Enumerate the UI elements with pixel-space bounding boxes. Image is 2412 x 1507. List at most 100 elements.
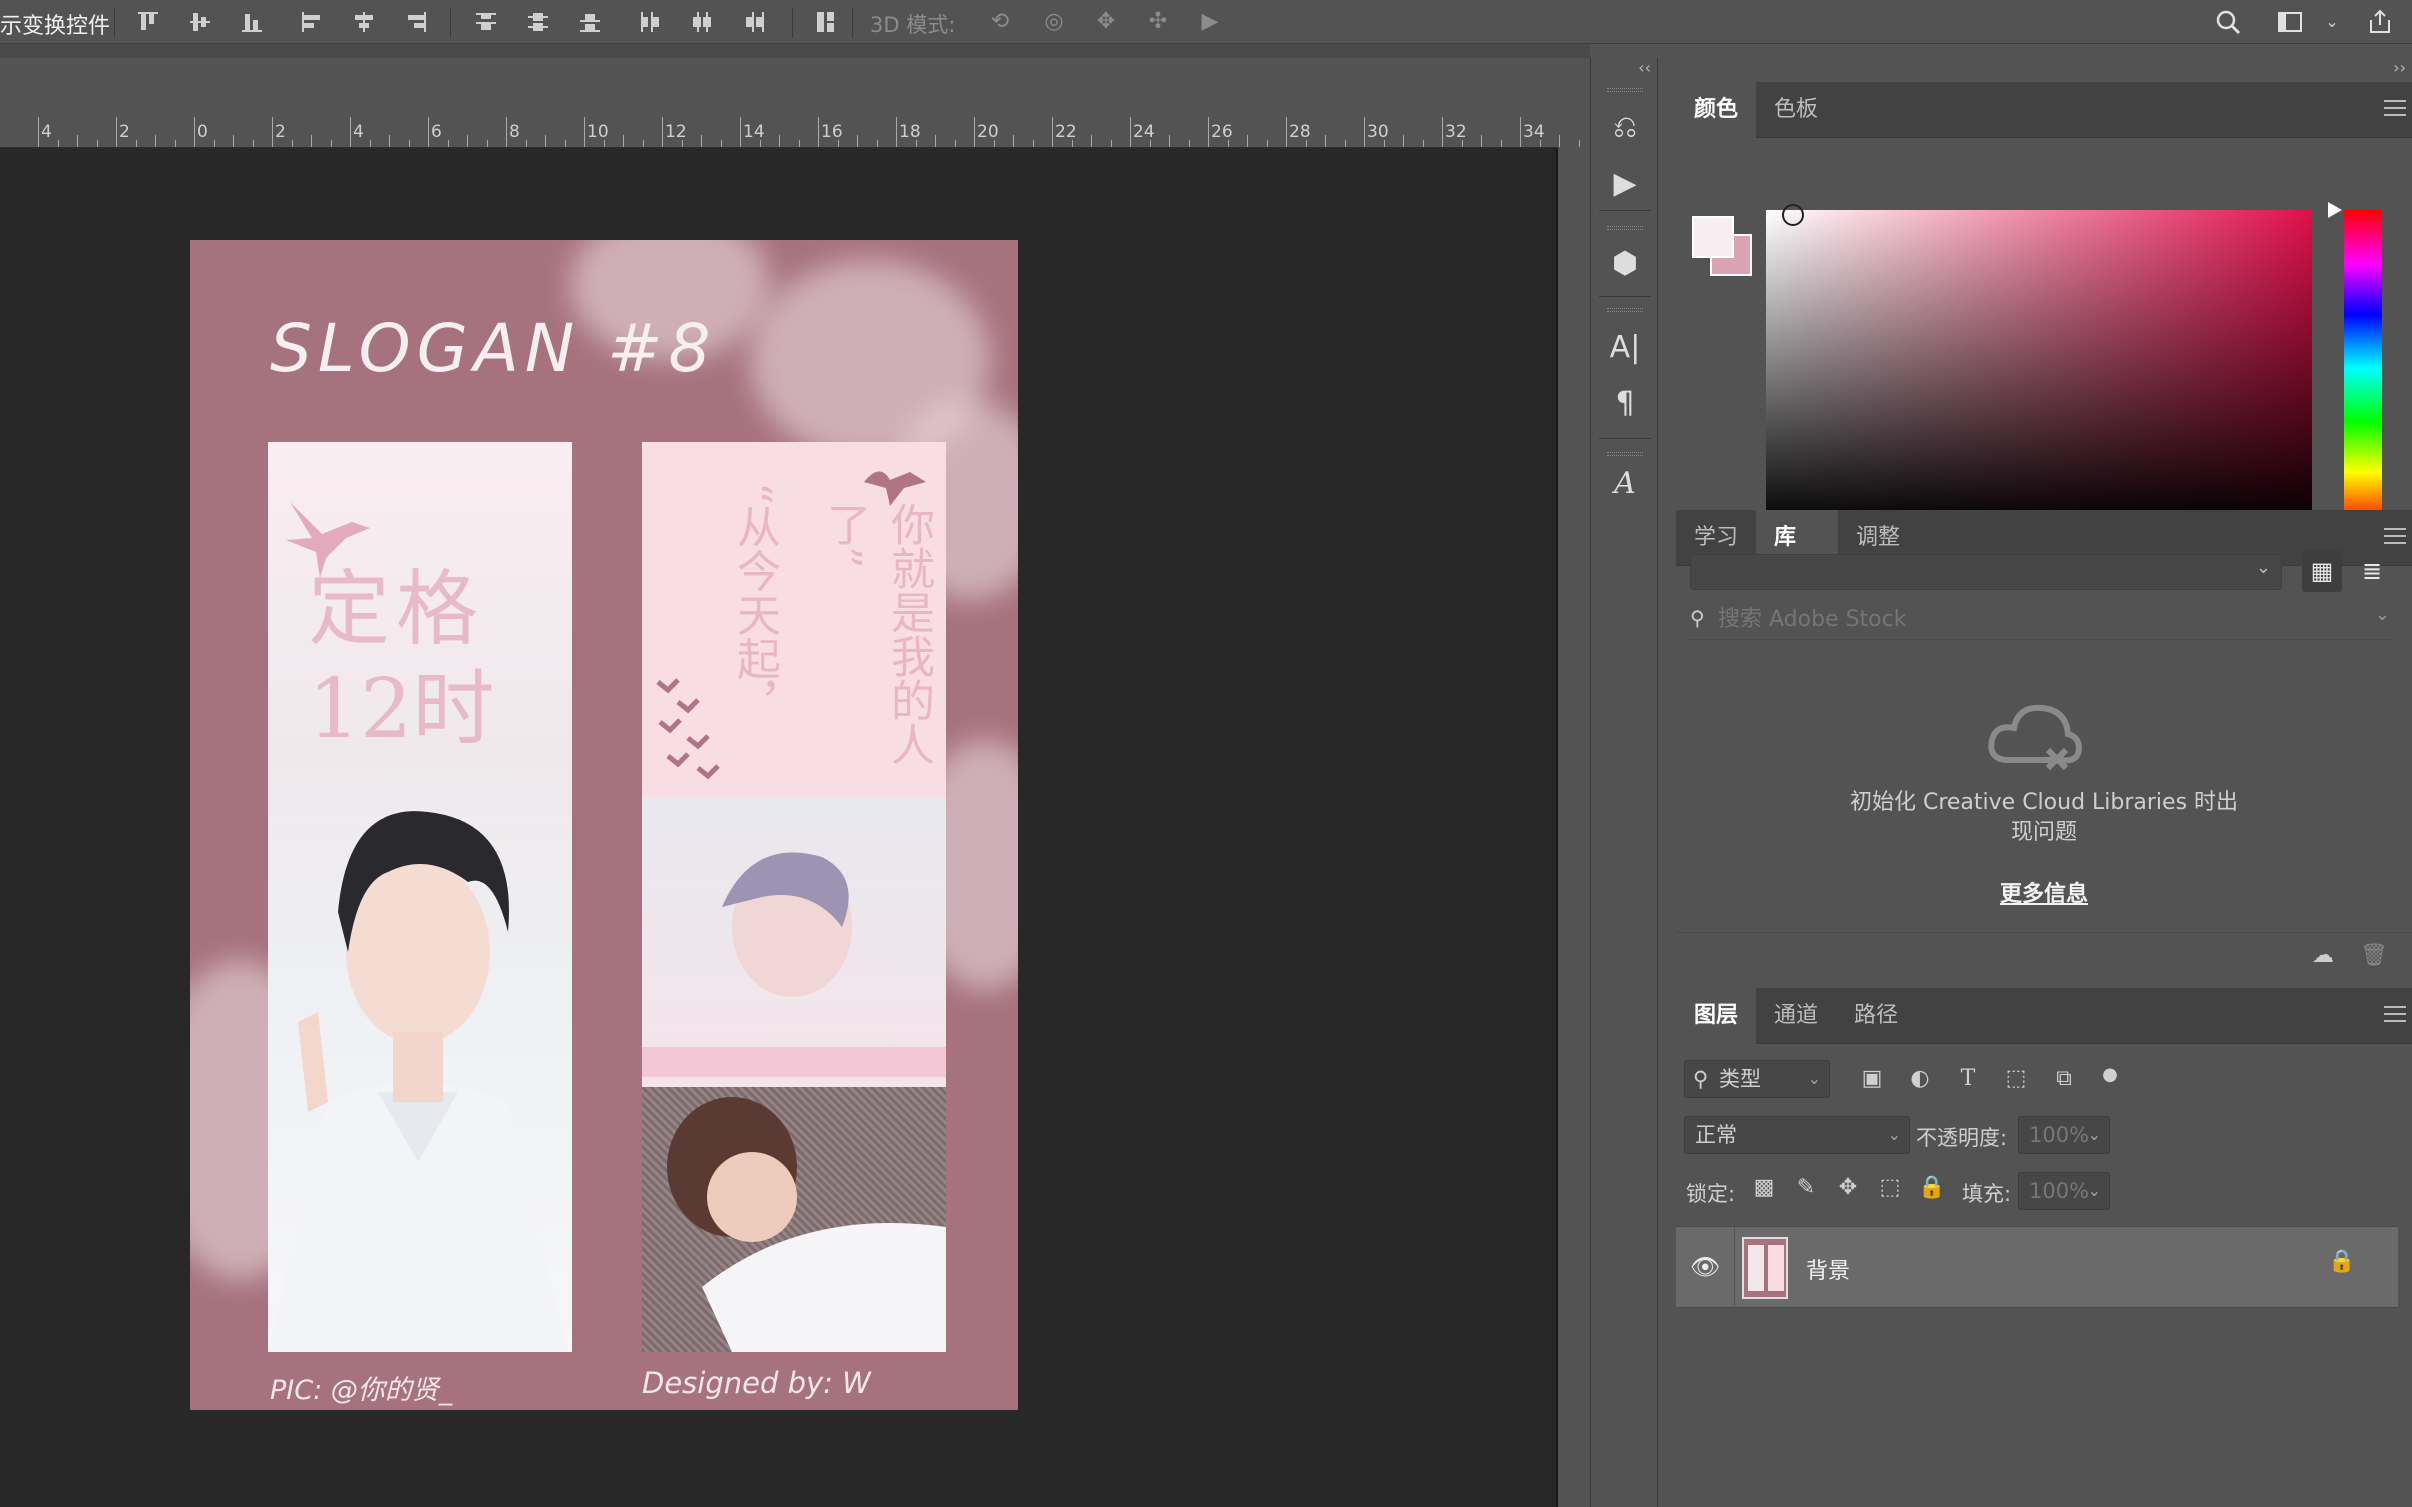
ruler-tick [740, 117, 741, 147]
color-field[interactable] [1766, 204, 2312, 526]
ruler-tick [1052, 117, 1053, 147]
lock-image-pixels-icon[interactable]: ✎ [1792, 1174, 1820, 1202]
adjustment-filter-icon[interactable]: ◐ [1906, 1065, 1934, 1093]
ruler-tick [116, 117, 117, 147]
tab-layers[interactable]: 图层 [1676, 988, 1757, 1044]
filter-toggle-icon[interactable]: ● [2096, 1061, 2124, 1089]
fill-field[interactable]: 100% ⌄ [2018, 1172, 2110, 1210]
ruler-label: 6 [431, 122, 442, 142]
chevron-down-icon[interactable]: ⌄ [2318, 8, 2346, 36]
bird-silhouette-icon [286, 502, 370, 578]
chevron-down-icon[interactable]: ⌄ [2375, 604, 2390, 625]
layer-filter-select[interactable]: ⚲ 类型 ⌄ [1684, 1060, 1830, 1098]
share-icon[interactable] [2366, 8, 2394, 36]
ruler-label: 22 [1055, 122, 1077, 142]
lock-position-icon[interactable]: ✥ [1834, 1174, 1862, 1202]
foreground-color-swatch[interactable] [1692, 216, 1734, 258]
align-hcenter-icon[interactable] [350, 8, 378, 36]
align-top-icon[interactable] [134, 8, 162, 36]
canvas-area[interactable]: SLOGAN #8 定格 12时 “从今天起， 你就是我的人了” PIC: @你… [0, 148, 1558, 1507]
lock-transparent-pixels-icon[interactable]: ▩ [1750, 1174, 1778, 1202]
grid-view-icon[interactable]: ▦ [2302, 550, 2342, 592]
ruler-tick [194, 117, 195, 147]
paragraph-icon[interactable]: ¶ [1605, 384, 1645, 424]
hue-slider[interactable] [2344, 210, 2382, 526]
trash-icon[interactable]: 🗑 [2360, 943, 2388, 968]
align-bottom-icon[interactable] [238, 8, 266, 36]
horizontal-ruler[interactable]: 4 2 0 2 4 6 8 10 12 14 16 18 20 22 24 26 28 30 32 34 [0, 116, 1580, 148]
type-filter-icon[interactable]: T [1954, 1065, 1982, 1093]
collapse-dock-icon[interactable]: ‹‹ [1591, 58, 1659, 80]
panel-menu-icon[interactable] [2384, 528, 2406, 544]
color-picker-cursor[interactable] [1782, 204, 1804, 226]
ruler-tick [701, 135, 702, 147]
distribute-hcenter-icon[interactable] [688, 8, 716, 36]
3d-roll-icon[interactable]: ◎ [1040, 8, 1068, 36]
3d-drag-icon[interactable]: ✥ [1092, 8, 1120, 36]
library-footer: ☁ 🗑 [1676, 932, 2412, 982]
bird-silhouette-icon [864, 471, 926, 506]
character-icon[interactable]: A| [1605, 328, 1645, 368]
lock-all-icon[interactable]: 🔒 [1918, 1174, 1946, 1202]
list-view-icon[interactable]: ≣ [2352, 550, 2392, 592]
tab-color[interactable]: 颜色 [1676, 82, 1757, 138]
layer-filter-label: 类型 [1719, 1067, 1761, 1091]
panel-grip[interactable] [1607, 88, 1643, 92]
lock-artboard-icon[interactable]: ⬚ [1876, 1174, 1904, 1202]
stock-search-field[interactable]: ⚲ ⌄ [1688, 602, 2394, 640]
panel-grip[interactable] [1607, 226, 1643, 230]
show-transform-controls-label[interactable]: 示变换控件 [0, 8, 110, 40]
history-icon[interactable]: ⎌ [1605, 108, 1645, 148]
library-error-message: 初始化 Creative Cloud Libraries 时出 现问题 [1676, 788, 2412, 848]
distribute-bottom-icon[interactable] [576, 8, 604, 36]
align-vcenter-icon[interactable] [186, 8, 214, 36]
stock-search-input[interactable] [1718, 604, 2318, 634]
layer-thumbnail[interactable] [1742, 1237, 1788, 1299]
distribute-top-icon[interactable] [472, 8, 500, 36]
smart-object-filter-icon[interactable]: ⧉ [2050, 1065, 2078, 1093]
thumbnail-detail [1768, 1245, 1784, 1291]
layer-name[interactable]: 背景 [1806, 1253, 1850, 1285]
auto-align-icon[interactable] [812, 8, 840, 36]
ruler-tick [1461, 140, 1463, 147]
opacity-field[interactable]: 100% ⌄ [2018, 1116, 2110, 1154]
fill-value: 100% [2029, 1179, 2090, 1203]
blend-mode-select[interactable]: 正常 ⌄ [1684, 1116, 1910, 1154]
document-artboard[interactable]: SLOGAN #8 定格 12时 “从今天起， 你就是我的人了” PIC: @你… [190, 240, 1018, 1410]
eye-icon[interactable]: 👁 [1690, 1253, 1720, 1281]
ruler-tick [1110, 140, 1112, 147]
actions-play-icon[interactable]: ▶ [1605, 164, 1645, 204]
distribute-right-icon[interactable] [740, 8, 768, 36]
tab-channels[interactable]: 通道 [1756, 988, 1836, 1044]
search-icon[interactable] [2214, 8, 2242, 36]
shape-filter-icon[interactable]: ⬚ [2002, 1065, 2030, 1093]
3d-orbit-icon[interactable]: ⟲ [986, 8, 1014, 36]
tab-swatches[interactable]: 色板 [1756, 82, 1836, 138]
more-info-link[interactable]: 更多信息 [1676, 876, 2412, 908]
cloud-sync-icon[interactable]: ☁ [2312, 943, 2334, 968]
align-left-icon[interactable] [298, 8, 326, 36]
library-select[interactable]: ⌄ [1690, 554, 2282, 590]
3d-camera-icon[interactable]: ▶ [1196, 8, 1224, 36]
panel-grip[interactable] [1607, 308, 1643, 312]
ruler-tick [77, 135, 78, 147]
distribute-vcenter-icon[interactable] [524, 8, 552, 36]
workspace-icon[interactable] [2276, 8, 2304, 36]
layer-row[interactable]: 👁 背景 🔒 [1676, 1226, 2398, 1309]
distribute-left-icon[interactable] [636, 8, 664, 36]
glyphs-icon[interactable]: A [1605, 464, 1645, 504]
3d-slide-icon[interactable]: ✣ [1144, 8, 1172, 36]
image-filter-icon[interactable]: ▣ [1858, 1065, 1886, 1093]
panel-grip[interactable] [1607, 452, 1643, 456]
expand-panels-icon[interactable]: ›› [2393, 58, 2406, 77]
tab-paths[interactable]: 路径 [1836, 988, 1916, 1044]
align-right-icon[interactable] [402, 8, 430, 36]
options-bar: 示变换控件 3D 模式: ⟲ ◎ ✥ ✣ ▶ ⌄ [0, 0, 2412, 44]
lock-icon[interactable]: 🔒 [2328, 1249, 2355, 1274]
color-panel [1676, 138, 2412, 534]
panel-menu-icon[interactable] [2384, 1006, 2406, 1022]
ruler-label: 32 [1445, 122, 1467, 142]
panel-menu-icon[interactable] [2384, 100, 2406, 116]
3d-object-icon[interactable]: ⬢ [1605, 244, 1645, 284]
hue-slider-handle[interactable] [2328, 202, 2342, 218]
